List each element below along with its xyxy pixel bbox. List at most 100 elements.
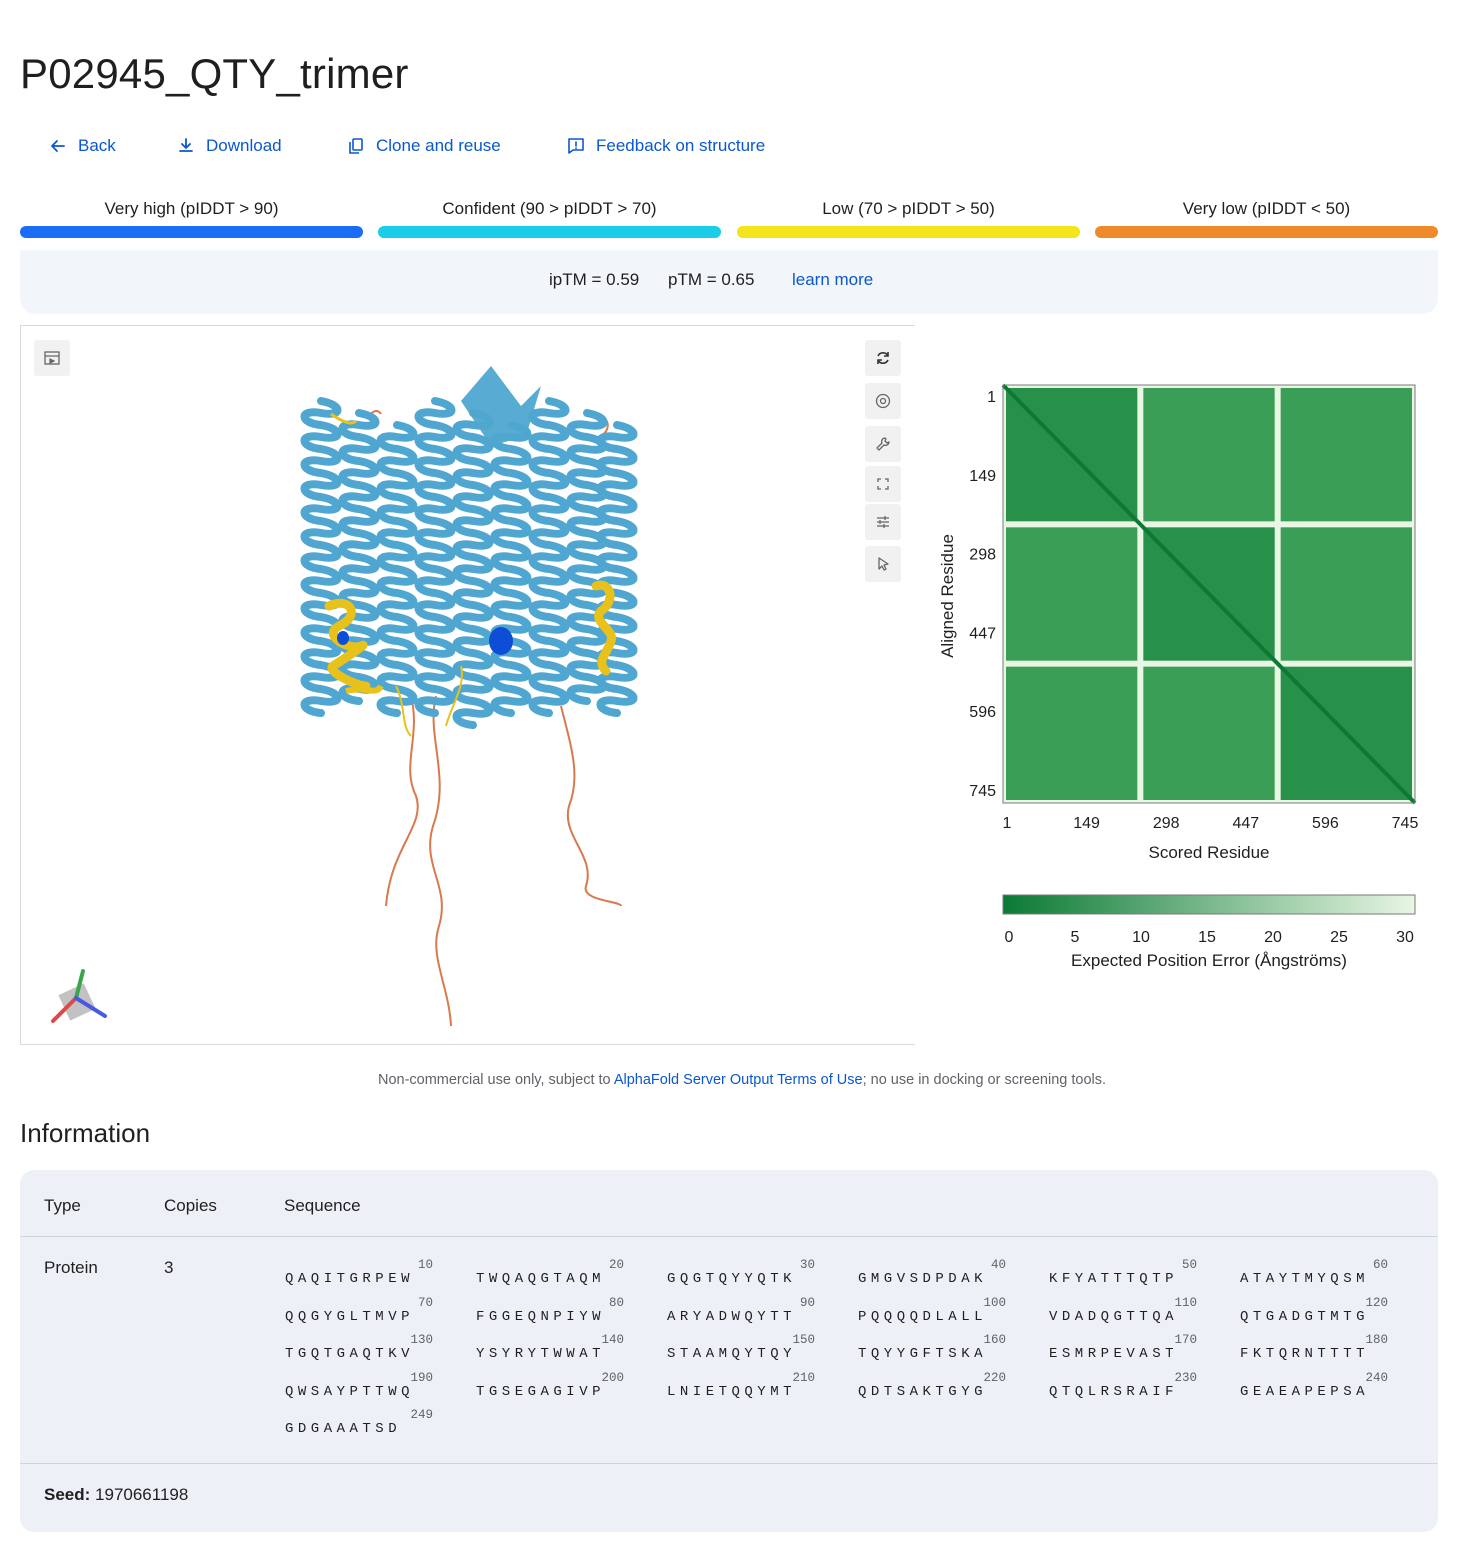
sequence-chunk: 140 YSYRYTWWAT <box>476 1333 636 1369</box>
seed-value: 1970661198 <box>95 1485 189 1504</box>
sequence-residues: QDTSAKTGYG <box>858 1383 988 1400</box>
sequence-chunk: 180 FKTQRNTTTT <box>1240 1333 1400 1369</box>
pae-block <box>1280 527 1412 661</box>
sequence-chunk: 120 QTGADGTMTG <box>1240 1296 1400 1332</box>
download-button[interactable]: Download <box>176 136 282 156</box>
pae-x-tick-label: 1 <box>1003 815 1012 832</box>
seed-row: Seed: 1970661198 <box>44 1485 188 1505</box>
pae-x-tick-label: 298 <box>1153 815 1180 832</box>
pae-y-tick-label: 596 <box>969 704 996 721</box>
sequence-chunk: 70 QQGYGLTMVP <box>285 1296 445 1332</box>
sequence-chunk: 240 GEAEAPEPSA <box>1240 1371 1400 1407</box>
plddt-very-low-bar <box>1095 226 1438 238</box>
sequence-position-number: 110 <box>1174 1295 1197 1310</box>
sequence-chunk: 40 GMGVSDPDAK <box>858 1258 1018 1294</box>
protein-structure-render <box>51 366 638 1027</box>
sequence-residues: ARYADWQYTT <box>667 1308 797 1325</box>
sequence-position-number: 249 <box>410 1408 433 1422</box>
sequence-residues: ATAYTMYQSM <box>1240 1271 1370 1287</box>
sequence-chunk: 50 KFYATTTQTP <box>1049 1258 1209 1294</box>
pae-block <box>1006 527 1138 661</box>
arrow-left-icon <box>51 140 65 152</box>
plddt-confident-label: Confident (90 > pIDDT > 70) <box>442 199 657 218</box>
sequence-chunk: 170 ESMRPEVAST <box>1049 1333 1209 1369</box>
sequence-residues: GDGAAATSD <box>285 1421 402 1437</box>
sequence-chunk: 200 TGSEGAGIVP <box>476 1371 636 1407</box>
pae-x-ticks: 1 149 298 447 596 745 <box>1003 815 1419 832</box>
sequence-chunk: 30 GQGTQYYQTK <box>667 1258 827 1294</box>
pae-block <box>1280 388 1412 522</box>
plddt-very-low-label: Very low (pIDDT < 50) <box>1182 199 1351 218</box>
sequence-residues: PQQQQDLALL <box>858 1308 988 1325</box>
sequence-residues: QTGADGTMTG <box>1240 1308 1370 1325</box>
row-type: Protein <box>44 1258 98 1277</box>
pae-colorbar-ticks: 0 5 10 15 20 25 30 <box>1005 929 1414 946</box>
helix-bundle <box>300 366 638 729</box>
pae-y-tick-label: 149 <box>969 468 996 485</box>
pae-colorbar-tick-label: 15 <box>1198 929 1216 946</box>
sequence-position-number: 220 <box>983 1370 1006 1385</box>
sequence-position-number: 100 <box>983 1295 1006 1310</box>
clone-reuse-button[interactable]: Clone and reuse <box>346 136 501 156</box>
feedback-label: Feedback on structure <box>596 136 766 155</box>
sequence-chunk: 60 ATAYTMYQSM <box>1240 1258 1400 1294</box>
sequence-residues: QQGYGLTMVP <box>285 1308 415 1325</box>
sequence-position-number: 60 <box>1372 1258 1388 1272</box>
sequence-chunk: 10 QAQITGRPEW <box>285 1258 445 1294</box>
sequence-residues: ESMRPEVAST <box>1049 1346 1179 1362</box>
pae-y-tick-label: 298 <box>969 547 996 564</box>
terms-prefix: Non-commercial use only, subject to <box>377 1072 614 1088</box>
plddt-low: Low (70 > pIDDT > 50) <box>737 198 1080 242</box>
sequence-position-number: 230 <box>1174 1370 1197 1385</box>
pae-colorbar-tick-label: 20 <box>1264 929 1282 946</box>
sequence-position-number: 200 <box>601 1370 624 1385</box>
alpha-helix <box>376 421 418 717</box>
pae-y-tick-label: 1 <box>987 389 996 406</box>
pae-colorbar-tick-label: 5 <box>1071 929 1080 946</box>
iptm-score: ipTM = 0.59 <box>549 270 640 289</box>
plddt-very-high-bar <box>20 226 363 238</box>
sequence-chunk: 160 TQYYGFTSKA <box>858 1333 1018 1369</box>
pae-x-tick-label: 745 <box>1392 815 1419 832</box>
sequence-position-number: 240 <box>1365 1370 1388 1385</box>
back-label: Back <box>78 136 116 155</box>
sequence-chunk: 230 QTQLRSRAIF <box>1049 1371 1209 1407</box>
sequence-residues: TGSEGAGIVP <box>476 1383 606 1400</box>
pae-y-tick-label: 447 <box>969 625 996 642</box>
tm-score-panel: ipTM = 0.59 pTM = 0.65 learn more <box>20 250 1438 314</box>
sequence-residues: QWSAYPTTWQ <box>285 1383 415 1400</box>
pae-x-tick-label: 149 <box>1073 815 1100 832</box>
clone-reuse-label: Clone and reuse <box>376 136 501 155</box>
sequence-residues: KFYATTTQTP <box>1049 1271 1179 1287</box>
back-button[interactable]: Back <box>48 136 116 156</box>
sequence-block: 10 QAQITGRPEW 20 TWQAQGTAQM 30 GQGTQYYQTK 40 GM… <box>285 1258 1435 1448</box>
sequence-position-number: 130 <box>410 1333 433 1347</box>
sequence-chunk: 20 TWQAQGTAQM <box>476 1258 636 1294</box>
pae-colorbar-label: Expected Position Error (Ångströms) <box>1071 951 1347 970</box>
sequence-position-number: 210 <box>792 1370 815 1385</box>
sequence-position-number: 80 <box>608 1295 624 1310</box>
feedback-icon <box>568 138 584 154</box>
feedback-button[interactable]: Feedback on structure <box>566 136 765 156</box>
sequence-chunk: 150 STAAMQYTQY <box>667 1333 827 1369</box>
plddt-very-low: Very low (pIDDT < 50) <box>1095 198 1438 242</box>
sequence-chunk: 110 VDADQGTTQA <box>1049 1296 1209 1332</box>
page-title: P02945_QTY_trimer <box>20 50 409 97</box>
seed-divider <box>20 1463 1438 1464</box>
information-table: Type Copies Sequence Protein 3 10 QAQITGR… <box>20 1170 1438 1532</box>
sequence-residues: GEAEAPEPSA <box>1240 1383 1370 1400</box>
structure-viewer[interactable] <box>20 325 915 1045</box>
sequence-position-number: 120 <box>1365 1295 1388 1310</box>
learn-more-link[interactable]: learn more <box>792 270 873 290</box>
information-heading: Information <box>20 1118 151 1148</box>
sequence-residues: GMGVSDPDAK <box>858 1271 988 1287</box>
seed-label: Seed: <box>44 1485 91 1504</box>
sequence-position-number: 70 <box>417 1295 433 1310</box>
alpha-helix <box>528 397 570 717</box>
sequence-residues: FKTQRNTTTT <box>1240 1346 1370 1362</box>
plddt-confident-bar <box>378 226 721 238</box>
download-label: Download <box>206 136 282 155</box>
header-copies: Copies <box>164 1196 217 1215</box>
terms-link[interactable]: AlphaFold Server Output Terms of Use <box>614 1072 863 1088</box>
terms-suffix: ; no use in docking or screening tools. <box>862 1072 1107 1088</box>
